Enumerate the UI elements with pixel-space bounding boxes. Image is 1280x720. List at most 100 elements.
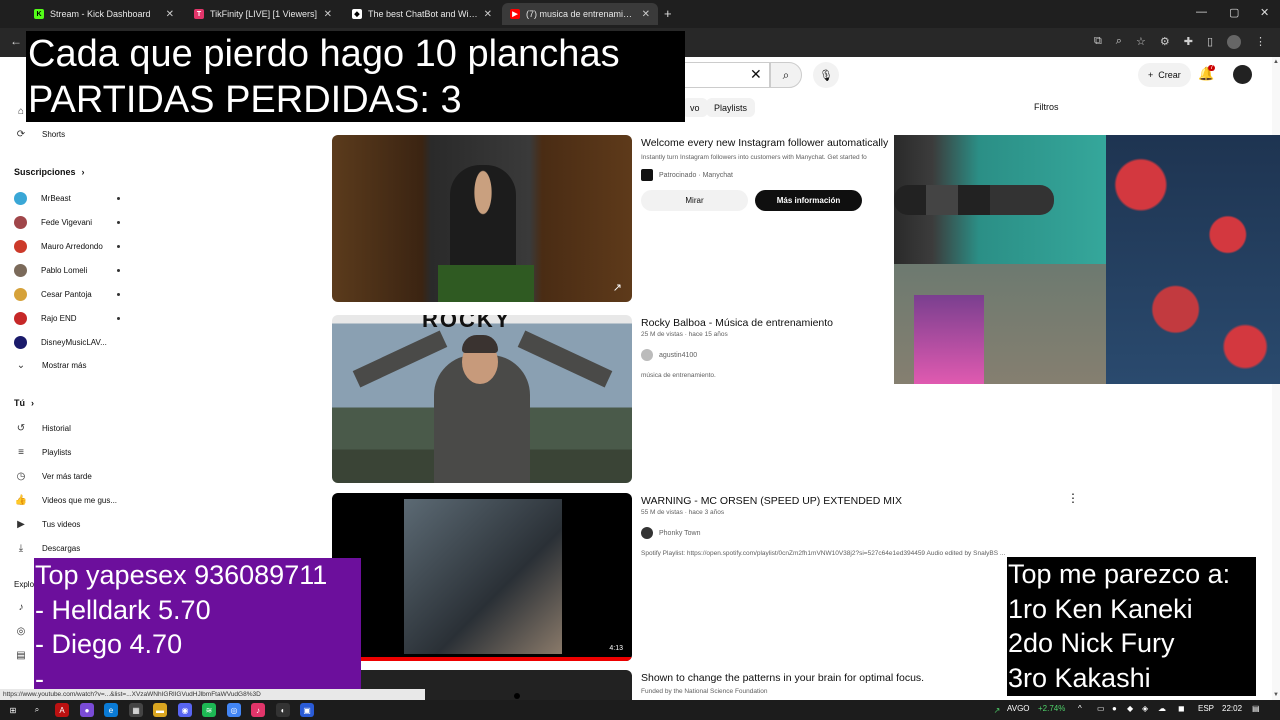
close-icon[interactable]: ✕ — [642, 9, 650, 20]
minimize-icon[interactable]: — — [1196, 6, 1207, 18]
sidebar-item-gaming[interactable]: ◎ — [14, 624, 28, 638]
sidebar-item-ver-m-s-tarde[interactable]: ◷ Ver más tarde — [14, 469, 92, 483]
clear-icon[interactable]: ✕ — [750, 66, 762, 83]
app-icon[interactable]: A — [55, 703, 69, 717]
sidepanel-icon[interactable]: ▯ — [1207, 35, 1213, 49]
close-icon[interactable]: ✕ — [166, 9, 174, 20]
obs-icon[interactable]: ◐ — [276, 703, 290, 717]
voice-search-button[interactable]: 🎙 — [813, 62, 839, 88]
show-more-button[interactable]: ⌄ Mostrar más — [14, 358, 87, 372]
cloud-icon[interactable]: ☁ — [1158, 704, 1166, 713]
sidebar-item-news[interactable]: ▤ — [14, 648, 28, 662]
video-thumbnail-rocky[interactable]: ROCKY — [332, 315, 632, 483]
sidebar-item-label: Historial — [42, 423, 71, 433]
zoom-icon[interactable]: ⌕ — [1116, 35, 1122, 49]
video-title[interactable]: Rocky Balboa - Música de entrenamiento — [641, 317, 833, 329]
more-info-button[interactable]: Más información — [755, 190, 862, 211]
filters-button[interactable]: Filtros — [1034, 102, 1059, 112]
app-tray-icon[interactable]: ◆ — [1127, 704, 1133, 713]
stock-ticker[interactable]: AVGO — [1007, 704, 1030, 713]
cast-icon[interactable]: ⧉ — [1094, 35, 1102, 49]
channel-name[interactable]: agustin4100 — [659, 352, 697, 359]
scroll-down-icon[interactable]: ▼ — [1273, 692, 1279, 698]
sidebar-item-historial[interactable]: ↺ Historial — [14, 421, 71, 435]
close-icon[interactable]: ✕ — [324, 9, 332, 20]
channel-name[interactable]: Phonky Town — [659, 530, 701, 537]
video-title[interactable]: Shown to change the patterns in your bra… — [641, 672, 924, 684]
window-close-icon[interactable]: ✕ — [1260, 6, 1269, 19]
channel-avatar[interactable] — [641, 527, 653, 539]
sidebar-subscription[interactable]: Rajo END — [14, 311, 120, 325]
video-thumbnail-ad[interactable]: ↗ — [332, 135, 632, 302]
youtube-icon: ▶ — [510, 9, 520, 19]
video-meta: 55 M de vistas · hace 3 años — [641, 509, 725, 516]
tray-chevron-icon[interactable]: ^ — [1078, 704, 1082, 713]
sidebar-item-tus-videos[interactable]: ▶ Tus videos — [14, 517, 80, 531]
profile-avatar[interactable] — [1227, 35, 1241, 49]
bookmark-star-icon[interactable]: ☆ — [1136, 35, 1146, 49]
close-icon[interactable]: ✕ — [484, 9, 492, 20]
windows-start-icon[interactable]: ⊞ — [6, 703, 20, 717]
battery-icon[interactable]: ▭ — [1097, 704, 1105, 713]
sidebar-subscription[interactable]: DisneyMusicLAV... — [14, 335, 120, 349]
app-icon[interactable]: ● — [80, 703, 94, 717]
tab-label: (7) musica de entrenamiento — [526, 9, 636, 19]
puzzle-icon[interactable]: ✚ — [1184, 35, 1193, 49]
you-header[interactable]: Tú › — [14, 398, 34, 408]
folder-icon[interactable]: ▬ — [153, 703, 167, 717]
sidebar-item-playlists[interactable]: ≡ Playlists — [14, 445, 71, 459]
menu-icon[interactable]: ⋮ — [1255, 35, 1266, 49]
new-tab-button[interactable]: + — [664, 6, 672, 21]
channel-name[interactable]: Patrocinado · Manychat — [659, 172, 733, 179]
sidebar-item-music[interactable]: ♪ — [14, 600, 28, 614]
maximize-icon[interactable]: ▢ — [1229, 6, 1239, 19]
chip-playlists[interactable]: Playlists — [706, 98, 756, 117]
sidebar-item-label: MrBeast — [41, 193, 71, 203]
overlay-challenge-text: Cada que pierdo hago 10 planchas PARTIDA… — [26, 31, 685, 122]
new-content-dot — [117, 268, 120, 272]
back-icon[interactable]: ← — [10, 34, 22, 48]
video-title[interactable]: WARNING - MC ORSEN (SPEED UP) EXTENDED M… — [641, 495, 902, 507]
app-icon[interactable]: ▣ — [300, 703, 314, 717]
channel-row: Patrocinado · Manychat — [641, 169, 733, 181]
mic-icon[interactable]: ● — [1112, 704, 1117, 713]
sidebar-item-shorts[interactable]: ⟳ Shorts — [14, 127, 65, 141]
sidebar-item-videos-que-me-gus[interactable]: 👍 Videos que me gus... — [14, 493, 117, 507]
notification-badge: 7 — [1208, 65, 1216, 71]
tab-tikfinity[interactable]: T TikFinity [LIVE] [1 Viewers] ✕ — [186, 3, 340, 25]
app-tray-icon[interactable]: ◼ — [1178, 704, 1185, 713]
spotify-icon[interactable]: ≋ — [202, 703, 216, 717]
language-indicator[interactable]: ESP — [1198, 704, 1214, 713]
tiktok-icon[interactable]: ♪ — [251, 703, 265, 717]
sidebar-item-descargas[interactable]: ⤓ Descargas — [14, 541, 80, 555]
avatar[interactable] — [1233, 65, 1252, 84]
sidebar-subscription[interactable]: Fede Vigevani — [14, 215, 120, 229]
subscriptions-header[interactable]: Suscripciones › — [14, 167, 85, 177]
discord-icon[interactable]: ◉ — [178, 703, 192, 717]
clock[interactable]: 22:02 — [1222, 704, 1242, 713]
chrome-icon[interactable]: ◎ — [227, 703, 241, 717]
tab-streamelements[interactable]: ◆ The best ChatBot and Widgets ✕ — [344, 3, 500, 25]
sidebar-subscription[interactable]: MrBeast — [14, 191, 120, 205]
extension-icon[interactable]: ⚙ — [1160, 35, 1170, 49]
tab-kick-dashboard[interactable]: K Stream - Kick Dashboard ✕ — [26, 3, 182, 25]
chip-filter[interactable]: vo — [682, 98, 708, 117]
sidebar-subscription[interactable]: Cesar Pantoja — [14, 287, 120, 301]
app-tray-icon[interactable]: ◈ — [1142, 704, 1148, 713]
search-icon: ⌕ — [782, 67, 790, 82]
search-icon[interactable]: ⌕ — [30, 703, 44, 717]
sidebar-subscription[interactable]: Pablo Lomeli — [14, 263, 120, 277]
store-icon[interactable]: ▦ — [129, 703, 143, 717]
tab-youtube[interactable]: ▶ (7) musica de entrenamiento ✕ — [502, 3, 658, 25]
edge-icon[interactable]: e — [104, 703, 118, 717]
scroll-up-icon[interactable]: ▲ — [1273, 59, 1279, 65]
notification-icon[interactable]: ▤ — [1252, 704, 1260, 713]
video-thumbnail-warning[interactable]: 4:13 — [332, 493, 632, 661]
video-title[interactable]: Welcome every new Instagram follower aut… — [641, 137, 888, 149]
create-button[interactable]: + Crear — [1138, 63, 1191, 87]
search-button[interactable]: ⌕ — [770, 62, 802, 88]
channel-avatar[interactable] — [641, 349, 653, 361]
watch-button[interactable]: Mirar — [641, 190, 748, 211]
sidebar-subscription[interactable]: Mauro Arredondo — [14, 239, 120, 253]
more-actions-icon[interactable]: ⋮ — [1067, 491, 1079, 505]
